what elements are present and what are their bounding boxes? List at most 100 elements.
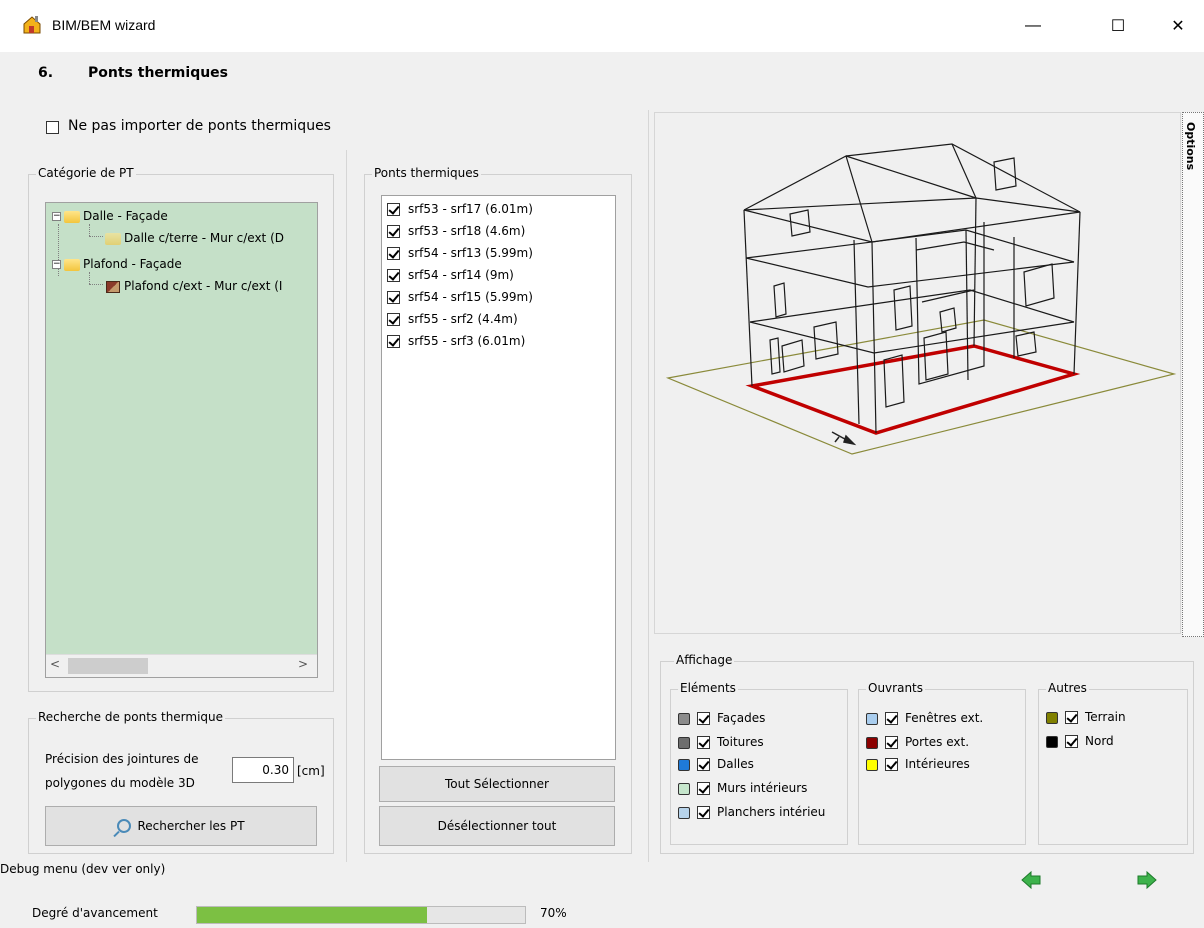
terrain-plane <box>665 319 1177 455</box>
minimize-button[interactable]: — <box>1010 0 1056 52</box>
bridge-checkbox[interactable] <box>387 225 400 238</box>
progress-label: Degré d'avancement <box>32 906 158 920</box>
bridge-label: srf54 - srf15 (5.99m) <box>408 290 533 304</box>
select-all-button[interactable]: Tout Sélectionner <box>379 766 615 802</box>
north-arrow-icon <box>831 431 857 446</box>
color-swatch <box>678 782 690 795</box>
legend-checkbox[interactable] <box>1065 735 1078 748</box>
tree-node-label: Dalle - Façade <box>83 209 168 223</box>
window-title: BIM/BEM wizard <box>52 17 156 33</box>
bridge-checkbox[interactable] <box>387 247 400 260</box>
color-swatch <box>866 736 878 749</box>
collapse-icon[interactable]: − <box>52 212 61 221</box>
legend-toitures[interactable]: Toitures <box>678 731 848 753</box>
close-button[interactable]: ✕ <box>1155 0 1201 52</box>
legend-checkbox[interactable] <box>885 712 898 725</box>
bridges-list[interactable]: srf53 - srf17 (6.01m) srf53 - srf18 (4.6… <box>381 195 616 760</box>
color-swatch <box>678 758 690 771</box>
search-pt-button[interactable]: Rechercher les PT <box>45 806 317 846</box>
legend-label: Nord <box>1085 734 1114 748</box>
display-group-title: Affichage <box>674 653 735 667</box>
tree-node-plafond-ext[interactable]: Plafond c/ext - Mur c/ext (I <box>102 277 282 295</box>
search-icon <box>117 819 132 833</box>
bridge-list-item[interactable]: srf53 - srf18 (4.6m) <box>387 220 525 242</box>
legend-checkbox[interactable] <box>697 736 710 749</box>
back-arrow-icon[interactable] <box>1020 870 1042 893</box>
color-swatch <box>1046 735 1058 748</box>
precision-label-line2: polygones du modèle 3D <box>45 776 195 790</box>
options-tab[interactable] <box>1182 112 1204 637</box>
bridge-list-item[interactable]: srf55 - srf2 (4.4m) <box>387 308 518 330</box>
scroll-right-arrow-icon[interactable]: > <box>298 657 314 674</box>
legend-label: Planchers intérieu <box>717 805 826 819</box>
folder-icon <box>105 232 121 245</box>
tree-node-label: Plafond - Façade <box>83 257 182 271</box>
color-swatch <box>678 806 690 819</box>
legend-label: Terrain <box>1085 710 1126 724</box>
bridge-checkbox[interactable] <box>387 335 400 348</box>
legend-label: Portes ext. <box>905 735 970 749</box>
precision-unit: [cm] <box>297 764 325 778</box>
debug-menu-label[interactable]: Debug menu (dev ver only) <box>0 862 165 876</box>
no-import-checkbox[interactable] <box>46 121 59 134</box>
bridge-checkbox[interactable] <box>387 269 400 282</box>
scroll-left-arrow-icon[interactable]: < <box>50 657 66 674</box>
step-title: Ponts thermiques <box>88 65 229 81</box>
legend-checkbox[interactable] <box>697 712 710 725</box>
thermal-bridge-icon <box>106 280 120 293</box>
category-tree[interactable]: − Dalle - Façade Dalle c/terre - Mur c/ex… <box>45 202 318 678</box>
building-model-view[interactable] <box>654 112 1181 634</box>
legend-checkbox[interactable] <box>885 758 898 771</box>
search-group-title: Recherche de ponts thermique <box>36 710 226 724</box>
precision-input[interactable] <box>232 757 294 783</box>
next-arrow-icon[interactable] <box>1136 870 1158 893</box>
options-tab-label[interactable]: Options <box>1184 122 1197 170</box>
legend-label: Intérieures <box>905 757 970 771</box>
tree-node-label: Plafond c/ext - Mur c/ext (I <box>124 279 283 293</box>
legend-checkbox[interactable] <box>885 736 898 749</box>
legend-dalles[interactable]: Dalles <box>678 753 848 775</box>
bridge-label: srf53 - srf18 (4.6m) <box>408 224 526 238</box>
bridge-checkbox[interactable] <box>387 313 400 326</box>
legend-checkbox[interactable] <box>697 758 710 771</box>
legend-nord[interactable]: Nord <box>1046 730 1186 752</box>
collapse-icon[interactable]: − <box>52 260 61 269</box>
bridge-label: srf55 - srf2 (4.4m) <box>408 312 518 326</box>
legend-interieures[interactable]: Intérieures <box>866 753 1024 775</box>
tree-node-dalle-facade[interactable]: − Dalle - Façade <box>52 207 168 225</box>
openings-group-title: Ouvrants <box>866 681 926 695</box>
bridge-list-item[interactable]: srf53 - srf17 (6.01m) <box>387 198 533 220</box>
maximize-button[interactable]: ☐ <box>1095 0 1141 52</box>
legend-checkbox[interactable] <box>697 806 710 819</box>
bridge-label: srf54 - srf13 (5.99m) <box>408 246 533 260</box>
legend-checkbox[interactable] <box>1065 711 1078 724</box>
bridge-list-item[interactable]: srf54 - srf15 (5.99m) <box>387 286 533 308</box>
bridge-label: srf54 - srf14 (9m) <box>408 268 514 282</box>
tree-node-plafond-facade[interactable]: − Plafond - Façade <box>52 255 182 273</box>
legend-label: Toitures <box>717 735 764 749</box>
step-number: 6. <box>38 65 54 81</box>
bridge-label: srf55 - srf3 (6.01m) <box>408 334 526 348</box>
thermal-bridge-highlight <box>745 344 1081 435</box>
tree-node-dalle-terre[interactable]: Dalle c/terre - Mur c/ext (D <box>102 229 284 247</box>
legend-terrain[interactable]: Terrain <box>1046 706 1186 728</box>
legend-portes-ext[interactable]: Portes ext. <box>866 731 1024 753</box>
bridge-checkbox[interactable] <box>387 203 400 216</box>
scroll-thumb[interactable] <box>68 658 148 674</box>
bridge-checkbox[interactable] <box>387 291 400 304</box>
deselect-all-button[interactable]: Désélectionner tout <box>379 806 615 846</box>
no-import-label[interactable]: Ne pas importer de ponts thermiques <box>68 118 331 134</box>
precision-label: Précision des jointures de <box>45 752 199 766</box>
bridge-list-item[interactable]: srf55 - srf3 (6.01m) <box>387 330 525 352</box>
legend-fenetres-ext[interactable]: Fenêtres ext. <box>866 707 1024 729</box>
color-swatch <box>678 712 690 725</box>
progress-percent: 70% <box>540 906 567 920</box>
legend-label: Fenêtres ext. <box>905 711 984 725</box>
bridge-list-item[interactable]: srf54 - srf13 (5.99m) <box>387 242 533 264</box>
legend-checkbox[interactable] <box>697 782 710 795</box>
bridge-list-item[interactable]: srf54 - srf14 (9m) <box>387 264 514 286</box>
legend-murs-interieurs[interactable]: Murs intérieurs <box>678 777 848 799</box>
legend-planchers-interieurs[interactable]: Planchers intérieu <box>678 801 848 823</box>
legend-facades[interactable]: Façades <box>678 707 848 729</box>
category-group-title: Catégorie de PT <box>36 166 136 180</box>
